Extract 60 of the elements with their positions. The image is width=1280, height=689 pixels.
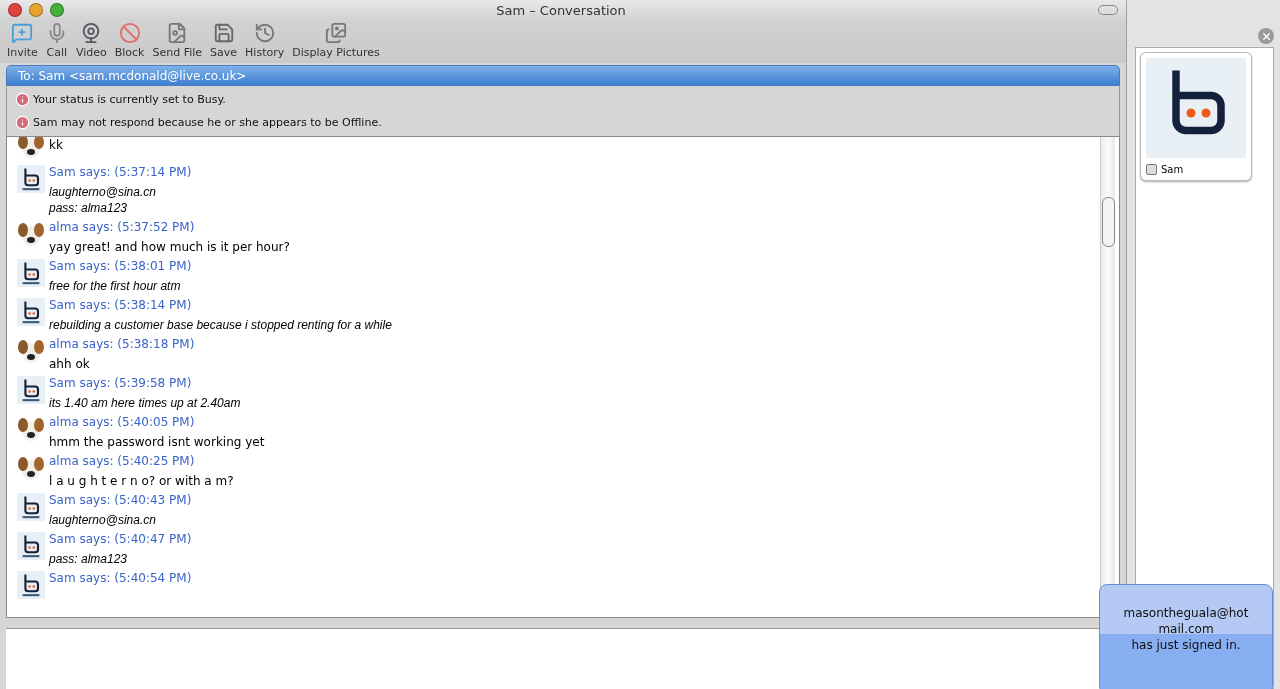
scroll-thumb[interactable] — [1102, 197, 1115, 247]
message-header: Sam says: (5:37:14 PM) — [49, 165, 192, 181]
message-text: pass: alma123 — [49, 201, 129, 215]
ebuddy-logo-icon — [1146, 58, 1246, 158]
message-text: ahh ok — [49, 357, 91, 371]
message-text: kk — [49, 138, 63, 152]
notification-text: masontheguala@hot — [1123, 605, 1249, 621]
ebuddy-logo-icon — [17, 532, 45, 560]
message-header: alma says: (5:37:52 PM) — [49, 220, 196, 236]
invite-icon — [11, 22, 34, 44]
message-header: alma says: (5:40:25 PM) — [49, 454, 196, 470]
ebuddy-logo-icon — [17, 259, 45, 287]
ebuddy-logo-icon — [17, 493, 45, 521]
toolbar-button[interactable]: Invite — [4, 22, 41, 59]
ebuddy-logo-icon — [17, 571, 45, 599]
message-header: Sam says: (5:38:14 PM) — [49, 298, 193, 314]
window-title: Sam – Conversation — [495, 2, 627, 18]
message-header: Sam says: (5:39:58 PM) — [49, 376, 193, 392]
message-header: Sam says: (5:40:43 PM) — [49, 493, 192, 509]
notification-text: mail.com — [1158, 621, 1214, 637]
toolbar-button[interactable]: Send File — [149, 22, 206, 59]
status-icon — [1146, 164, 1157, 175]
pictures-icon — [325, 22, 348, 44]
save-icon — [212, 22, 235, 44]
status-notice: Your status is currently set to Busy. — [33, 93, 226, 106]
message-text: its 1.40 am here times up at 2.40am — [49, 396, 241, 410]
toolbar-button[interactable]: History — [242, 22, 288, 59]
recipient-bar: To: Sam <sam.mcdonald@live.co.uk> — [6, 65, 1120, 86]
ebuddy-logo-icon — [17, 376, 45, 404]
toolbar-button[interactable]: Save — [207, 22, 241, 59]
message-header: Sam says: (5:38:01 PM) — [49, 259, 192, 275]
close-icon[interactable] — [1258, 28, 1274, 44]
contact-name: Sam — [1161, 164, 1184, 175]
toolbar-button[interactable]: Video — [72, 22, 110, 59]
message-text: rebuilding a customer base because i stopped renting for a while — [49, 318, 392, 332]
history-icon — [253, 22, 276, 44]
zoom-button[interactable] — [50, 3, 64, 17]
message-text: l a u g h t e r n o? or with a m? — [49, 474, 234, 488]
toolbar-button[interactable]: Display Pictures — [289, 22, 383, 59]
message-text: free for the first hour atm — [49, 279, 182, 293]
message-text: hmm the password isnt working yet — [49, 435, 265, 449]
minimize-button[interactable] — [29, 3, 43, 17]
message-text: laughterno@sina.cn — [49, 513, 157, 527]
notification-text: has just signed in. — [1131, 637, 1241, 653]
message-text: pass: alma123 — [49, 552, 129, 566]
toolbar-button[interactable]: Block — [111, 22, 148, 59]
message-text: laughterno@sina.cn — [49, 185, 157, 199]
info-icon — [15, 115, 30, 130]
message-header: alma says: (5:40:05 PM) — [49, 415, 196, 431]
ebuddy-logo-icon — [17, 165, 45, 193]
block-icon — [118, 22, 141, 44]
message-header: alma says: (5:38:18 PM) — [49, 337, 195, 353]
toolbar-button[interactable]: Call — [42, 22, 71, 59]
message-header: Sam says: (5:40:54 PM) — [49, 571, 192, 587]
status-notice: Sam may not respond because he or she appears to be Offline. — [33, 116, 382, 129]
message-text: yay great! and how much is it per hour? — [49, 240, 290, 254]
close-button[interactable] — [8, 3, 22, 17]
info-icon — [15, 92, 30, 107]
message-header: Sam says: (5:40:47 PM) — [49, 532, 192, 548]
ebuddy-logo-icon — [17, 298, 45, 326]
